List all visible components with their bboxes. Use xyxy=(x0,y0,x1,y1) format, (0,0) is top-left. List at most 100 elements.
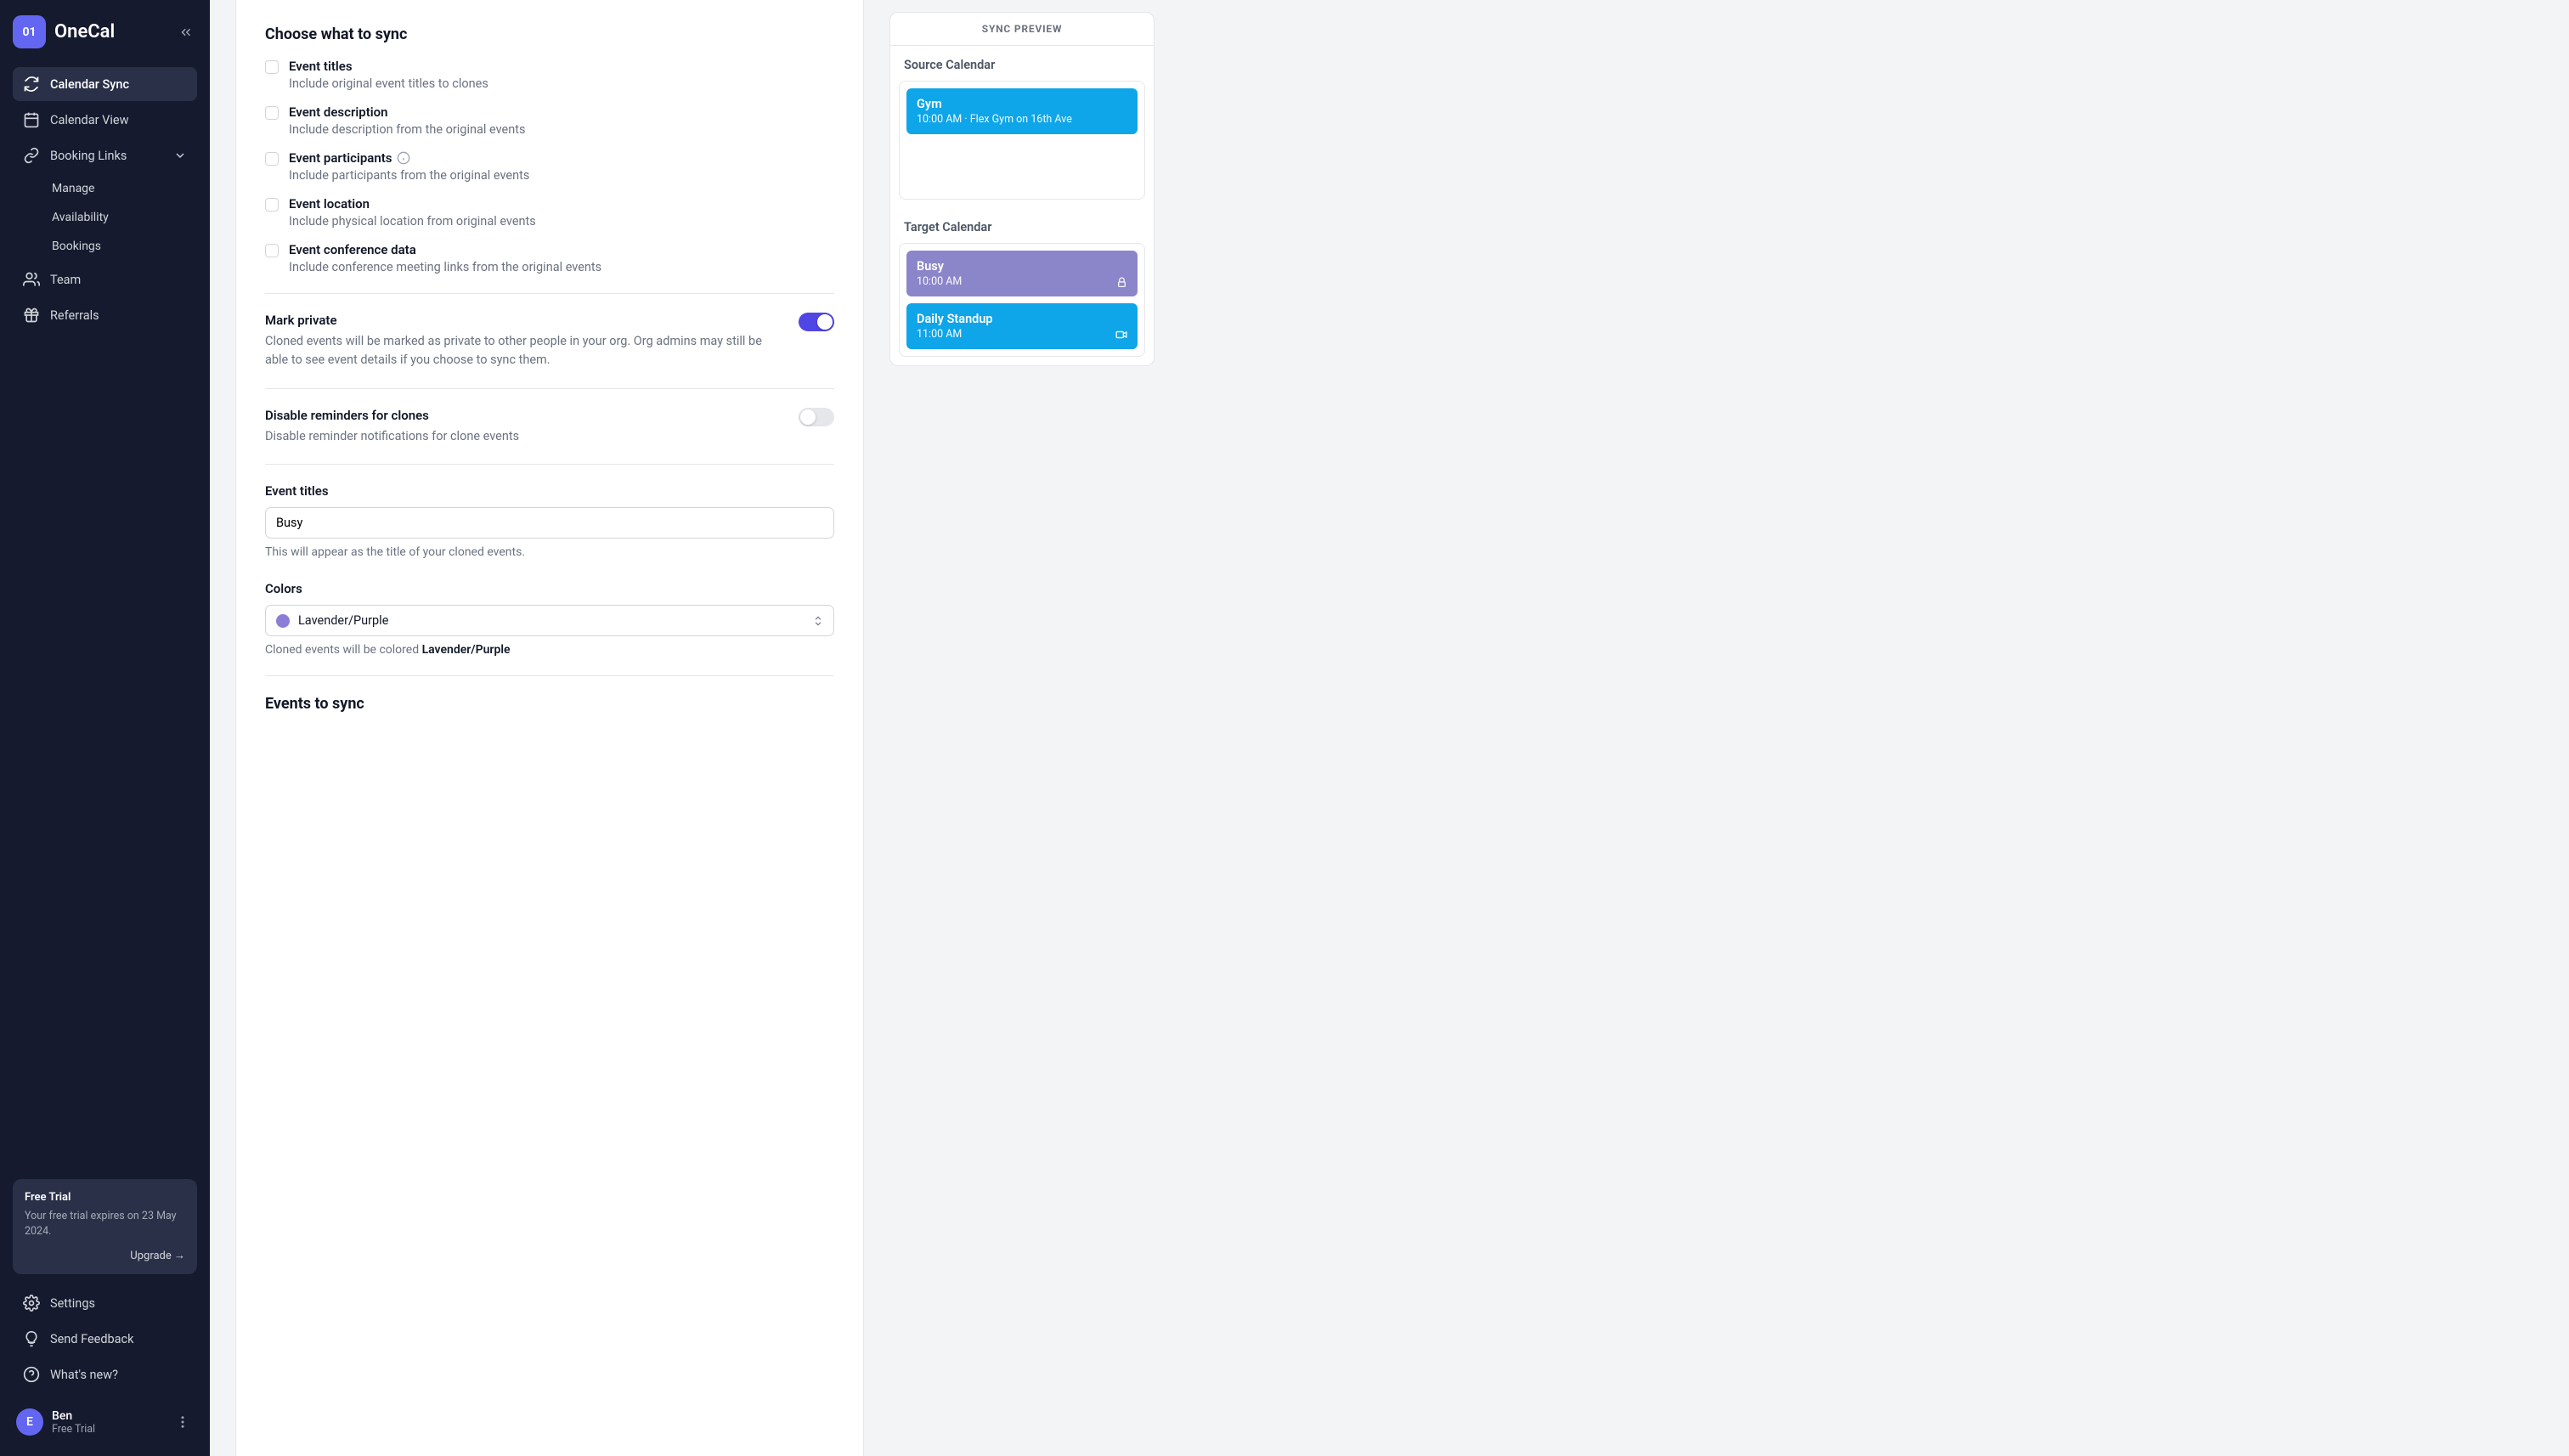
divider xyxy=(265,675,834,676)
chevron-up-down-icon xyxy=(812,615,824,627)
nav-label: Referrals xyxy=(50,308,99,323)
disable-reminders-row: Disable reminders for clones Disable rem… xyxy=(265,408,834,446)
sync-icon xyxy=(23,76,40,93)
option-desc: Include conference meeting links from th… xyxy=(289,260,601,274)
event-sub: 11:00 AM xyxy=(917,328,1127,341)
logo-icon: 01 xyxy=(13,15,46,48)
colors-help-prefix: Cloned events will be colored xyxy=(265,643,422,657)
collapse-sidebar-button[interactable] xyxy=(175,21,197,43)
option-event-titles: Event titles Include original event titl… xyxy=(265,59,834,91)
user-row: E Ben Free Trial xyxy=(13,1403,197,1441)
sync-preview-panel: SYNC PREVIEW Source Calendar Gym 10:00 A… xyxy=(889,12,1155,366)
nav-calendar-sync[interactable]: Calendar Sync xyxy=(13,67,197,101)
nav-label: Calendar Sync xyxy=(50,77,129,92)
option-title: Event participants xyxy=(289,150,529,166)
event-title: Daily Standup xyxy=(917,312,1127,326)
more-vertical-icon xyxy=(175,1414,190,1430)
event-title: Busy xyxy=(917,259,1127,274)
divider xyxy=(265,464,834,465)
nav-bookings[interactable]: Bookings xyxy=(42,232,197,261)
calendar-icon xyxy=(23,111,40,128)
option-desc: Include participants from the original e… xyxy=(289,168,529,183)
checkbox[interactable] xyxy=(265,244,279,257)
event-card: Daily Standup 11:00 AM xyxy=(906,303,1138,349)
colors-label: Colors xyxy=(265,581,834,596)
nav-settings[interactable]: Settings xyxy=(13,1286,197,1320)
user-menu-button[interactable] xyxy=(172,1411,194,1433)
option-event-location: Event location Include physical location… xyxy=(265,196,834,229)
target-calendar: Busy 10:00 AM Daily Standup 11:00 AM xyxy=(899,243,1145,357)
booking-sub-nav: Manage Availability Bookings xyxy=(13,174,197,261)
event-card: Gym 10:00 AM · Flex Gym on 16th Ave xyxy=(906,88,1138,134)
trial-desc: Your free trial expires on 23 May 2024. xyxy=(25,1209,185,1241)
nav-referrals[interactable]: Referrals xyxy=(13,298,197,332)
main-nav: Calendar Sync Calendar View Booking Link… xyxy=(13,67,197,332)
nav-label: Bookings xyxy=(52,240,101,253)
nav-label: Manage xyxy=(52,182,94,195)
nav-team[interactable]: Team xyxy=(13,262,197,296)
logo-row: 01 OneCal xyxy=(13,15,197,48)
trial-title: Free Trial xyxy=(25,1191,185,1204)
main: Choose what to sync Event titles Include… xyxy=(210,0,2569,1456)
event-title: Gym xyxy=(917,97,1127,111)
user-plan: Free Trial xyxy=(52,1423,163,1436)
event-titles-input[interactable] xyxy=(265,507,834,539)
option-title: Event description xyxy=(289,104,525,120)
bottom-nav: Settings Send Feedback What's new? xyxy=(13,1286,197,1391)
source-calendar-label: Source Calendar xyxy=(890,46,1154,81)
user-name: Ben xyxy=(52,1409,163,1423)
divider xyxy=(265,293,834,294)
nav-calendar-view[interactable]: Calendar View xyxy=(13,103,197,137)
gear-icon xyxy=(23,1295,40,1312)
option-title-text: Event participants xyxy=(289,150,392,166)
brand-name: OneCal xyxy=(54,21,115,42)
colors-help-strong: Lavender/Purple xyxy=(422,643,511,657)
colors-select[interactable]: Lavender/Purple xyxy=(265,605,834,636)
preview-header: SYNC PREVIEW xyxy=(890,13,1154,46)
mark-private-toggle[interactable] xyxy=(799,313,834,331)
gift-icon xyxy=(23,307,40,324)
help-icon xyxy=(23,1366,40,1383)
user-info: Ben Free Trial xyxy=(52,1409,163,1436)
avatar: E xyxy=(16,1408,43,1436)
nav-whats-new[interactable]: What's new? xyxy=(13,1357,197,1391)
option-title: Event titles xyxy=(289,59,488,74)
nav-label: Availability xyxy=(52,211,109,224)
disable-reminders-toggle[interactable] xyxy=(799,408,834,426)
divider xyxy=(265,388,834,389)
event-sub: 10:00 AM xyxy=(917,275,1127,288)
nav-manage[interactable]: Manage xyxy=(42,174,197,203)
mark-private-title: Mark private xyxy=(265,313,782,328)
nav-label: Team xyxy=(50,273,81,287)
nav-availability[interactable]: Availability xyxy=(42,203,197,232)
option-desc: Include original event titles to clones xyxy=(289,76,488,91)
mark-private-desc: Cloned events will be marked as private … xyxy=(265,332,782,370)
option-event-conference: Event conference data Include conference… xyxy=(265,242,834,274)
nav-label: Calendar View xyxy=(50,113,128,127)
option-desc: Include physical location from original … xyxy=(289,214,536,229)
video-icon xyxy=(1115,329,1127,341)
lock-icon xyxy=(1116,277,1127,288)
checkbox[interactable] xyxy=(265,198,279,212)
events-to-sync-heading: Events to sync xyxy=(265,695,834,713)
chevron-double-left-icon xyxy=(178,25,194,40)
nav-booking-links[interactable]: Booking Links xyxy=(13,138,197,172)
checkbox[interactable] xyxy=(265,60,279,74)
sync-settings-card: Choose what to sync Event titles Include… xyxy=(235,0,864,1456)
choose-sync-heading: Choose what to sync xyxy=(265,25,834,43)
color-swatch-icon xyxy=(276,614,290,628)
upgrade-link[interactable]: Upgrade → xyxy=(25,1249,185,1262)
target-calendar-label: Target Calendar xyxy=(890,208,1154,243)
checkbox[interactable] xyxy=(265,106,279,120)
info-icon[interactable] xyxy=(397,151,410,165)
colors-value: Lavender/Purple xyxy=(298,613,388,628)
event-titles-label: Event titles xyxy=(265,483,834,499)
option-event-participants: Event participants Include participants … xyxy=(265,150,834,183)
option-event-description: Event description Include description fr… xyxy=(265,104,834,137)
source-calendar: Gym 10:00 AM · Flex Gym on 16th Ave xyxy=(899,81,1145,200)
nav-label: What's new? xyxy=(50,1368,118,1382)
nav-label: Send Feedback xyxy=(50,1332,133,1346)
option-desc: Include description from the original ev… xyxy=(289,122,525,137)
nav-send-feedback[interactable]: Send Feedback xyxy=(13,1322,197,1356)
checkbox[interactable] xyxy=(265,152,279,166)
